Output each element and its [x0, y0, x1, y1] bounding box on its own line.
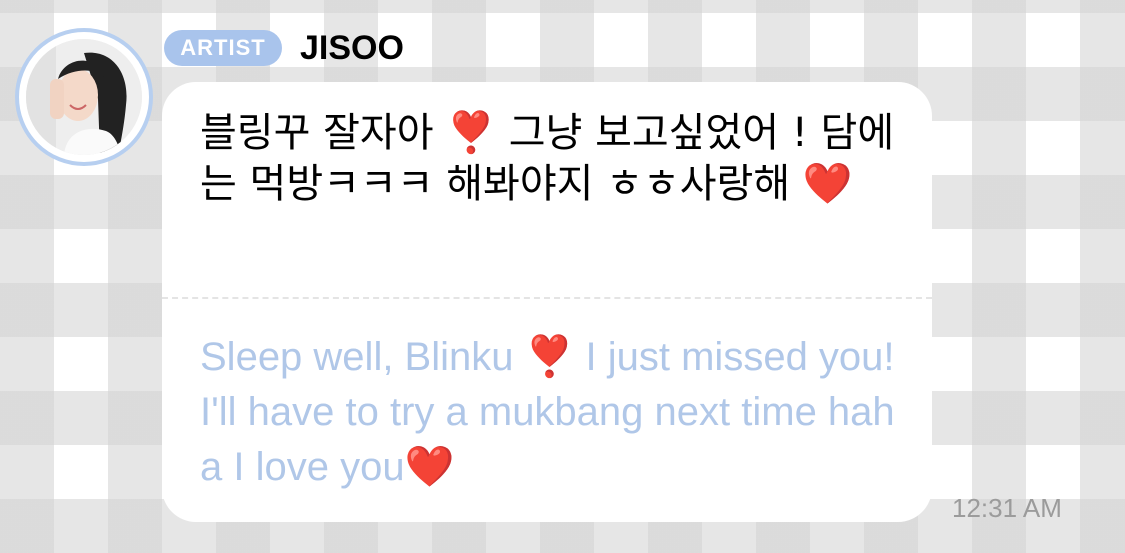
- artist-badge: ARTIST: [164, 30, 282, 66]
- message-timestamp: 12:31 AM: [952, 493, 1062, 523]
- avatar-photo: [26, 39, 142, 155]
- avatar-ring[interactable]: [15, 28, 153, 166]
- original-message-text: 블링꾸 잘자아 ❣️ 그냥 보고싶었어 ! 담에는 먹방ㅋㅋㅋ 해봐야지 ㅎㅎ사…: [200, 110, 895, 207]
- avatar[interactable]: [26, 39, 142, 155]
- message-bubble[interactable]: 블링꾸 잘자아 ❣️ 그냥 보고싶었어 ! 담에는 먹방ㅋㅋㅋ 해봐야지 ㅎㅎ사…: [162, 82, 932, 522]
- translation-divider: [162, 297, 932, 299]
- translated-message-text: Sleep well, Blinku ❣️ I just missed you!…: [200, 335, 895, 489]
- sender-name[interactable]: JISOO: [300, 28, 404, 68]
